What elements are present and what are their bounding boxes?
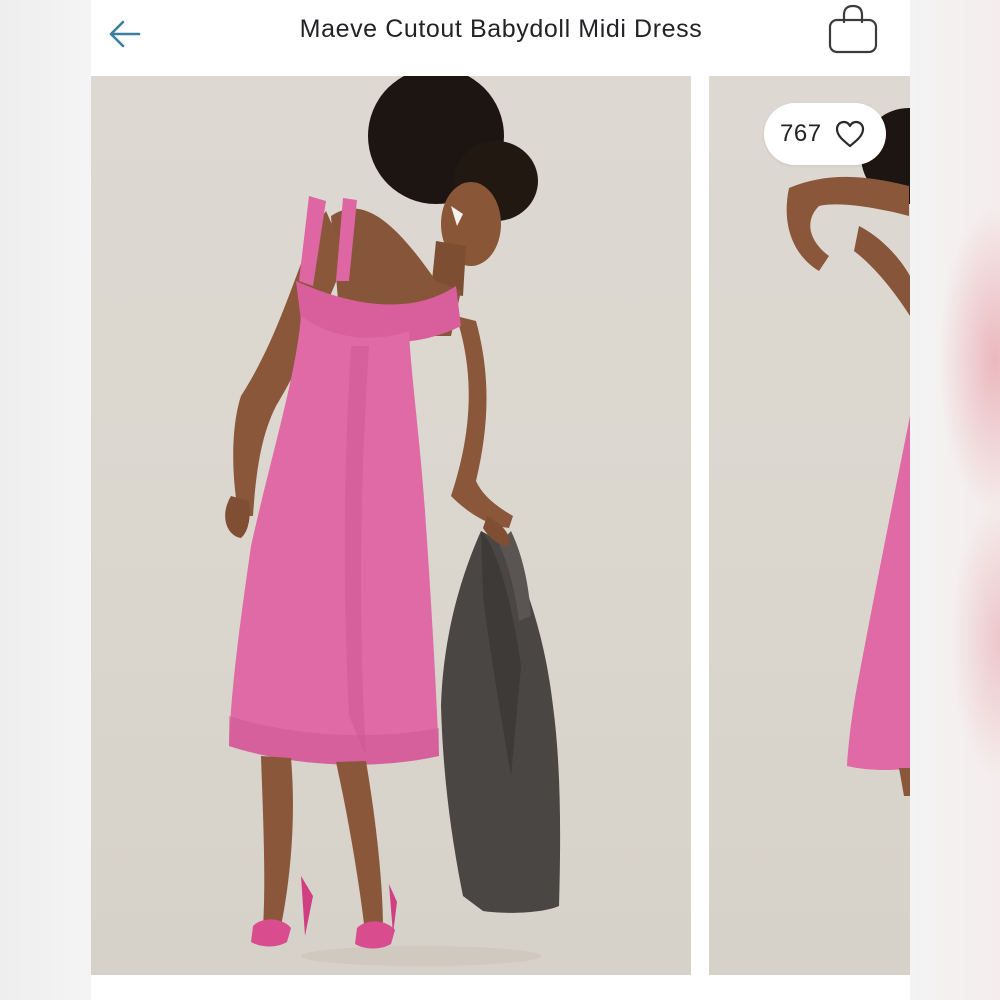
top-navigation-bar: Maeve Cutout Babydoll Midi Dress [91, 0, 910, 76]
arrow-left-icon [109, 20, 141, 48]
back-button[interactable] [105, 14, 145, 54]
model-photo-illustration [225, 76, 561, 966]
screen-backdrop-left [0, 0, 91, 1000]
shopping-bag-button[interactable] [825, 4, 881, 56]
like-count: 767 [780, 120, 822, 147]
model-photo-illustration-2 [786, 108, 910, 796]
product-page: Maeve Cutout Babydoll Midi Dress 767 [91, 0, 910, 1000]
screen-backdrop-right [910, 0, 1000, 1000]
page-title: Maeve Cutout Babydoll Midi Dress [299, 15, 703, 43]
product-photo-main[interactable] [91, 76, 691, 975]
shopping-bag-icon [828, 4, 878, 54]
gallery-bottom-spacer [91, 975, 910, 1000]
like-button[interactable]: 767 [764, 103, 886, 165]
heart-outline-icon [835, 120, 865, 148]
product-image-gallery[interactable]: 767 [91, 76, 910, 975]
product-photo-next[interactable] [709, 76, 910, 975]
